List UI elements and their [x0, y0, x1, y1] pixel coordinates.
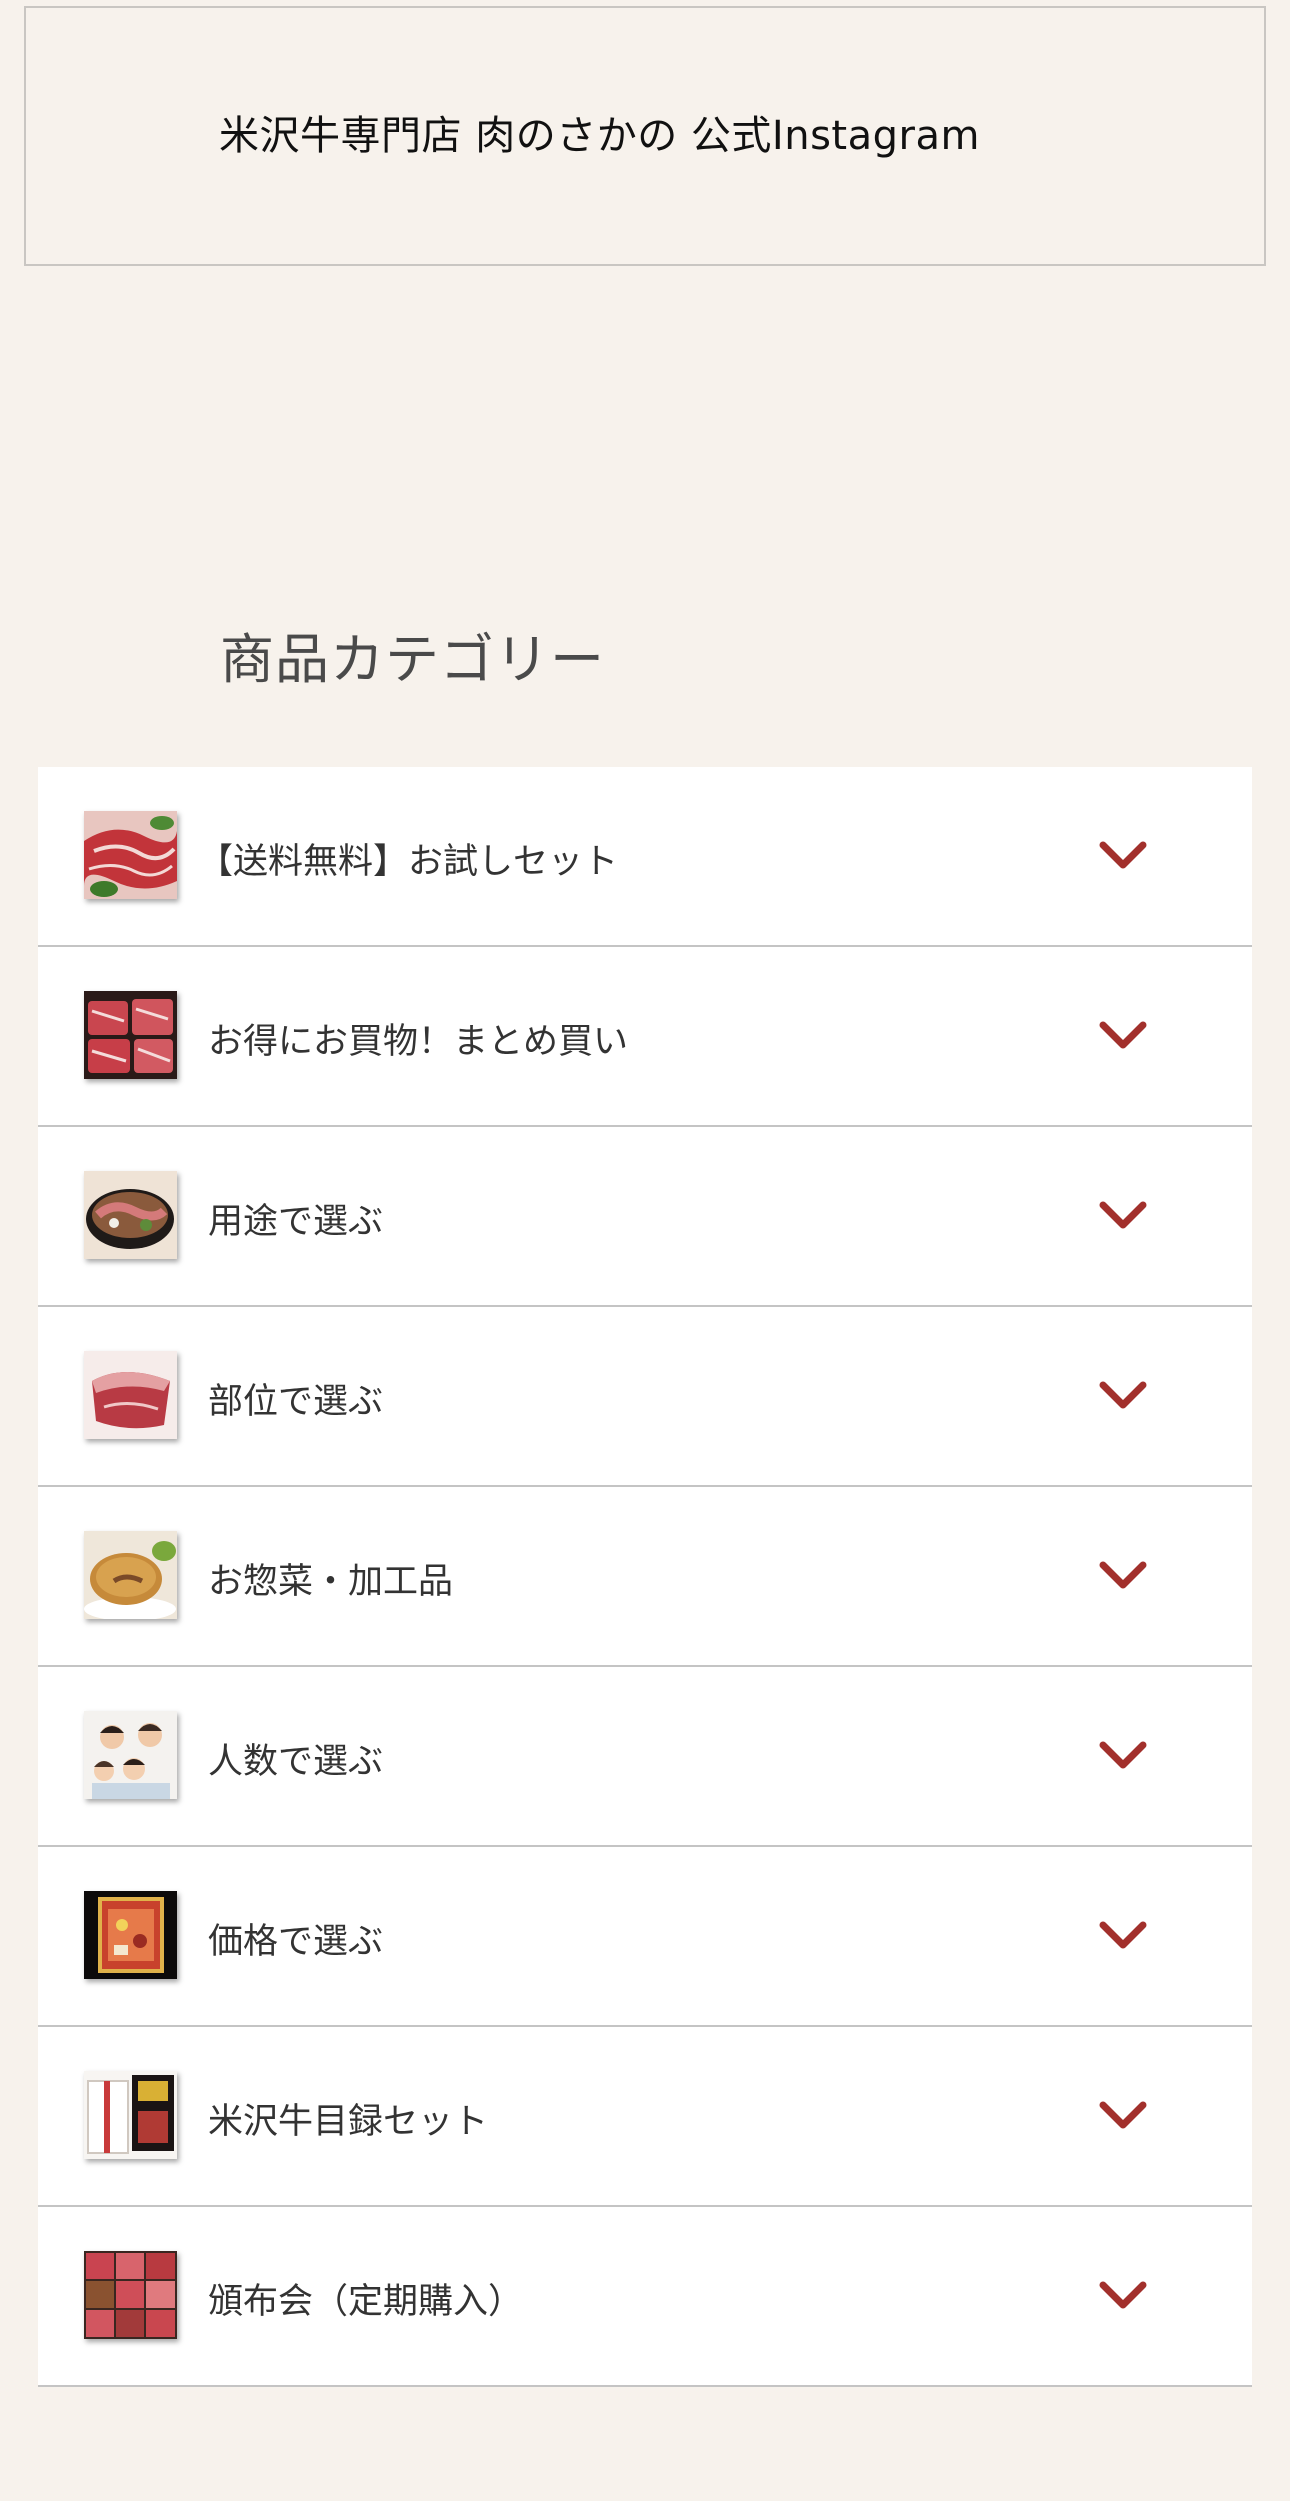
- beef-collage-thumbnail: [84, 2251, 177, 2339]
- category-label: お惣菜・加工品: [208, 1562, 454, 1602]
- chevron-down-icon[interactable]: [1098, 1197, 1148, 1233]
- category-item-trial-set[interactable]: 【送料無料】お試しセット: [38, 767, 1252, 947]
- category-label: 米沢牛目録セット: [208, 2102, 489, 2142]
- chevron-down-icon[interactable]: [1098, 2277, 1148, 2313]
- category-section-title: 商品カテゴリー: [220, 628, 605, 691]
- chevron-down-icon[interactable]: [1098, 1737, 1148, 1773]
- instagram-banner-title: 米沢牛専門店 肉のさかの 公式Instagram: [219, 113, 980, 159]
- category-item-gift-catalog[interactable]: 米沢牛目録セット: [38, 2027, 1252, 2207]
- chevron-down-icon[interactable]: [1098, 1557, 1148, 1593]
- menchi-katsu-thumbnail: [84, 1531, 177, 1619]
- marbled-beef-thumbnail: [84, 991, 177, 1079]
- category-item-by-cut[interactable]: 部位で選ぶ: [38, 1307, 1252, 1487]
- beef-cut-thumbnail: [84, 1351, 177, 1439]
- category-item-bulk-buy[interactable]: お得にお買物！まとめ買い: [38, 947, 1252, 1127]
- category-item-by-price[interactable]: 価格で選ぶ: [38, 1847, 1252, 2027]
- instagram-banner[interactable]: 米沢牛専門店 肉のさかの 公式Instagram: [24, 6, 1266, 266]
- gift-catalog-thumbnail: [84, 2071, 177, 2159]
- category-label: 部位で選ぶ: [208, 1382, 384, 1422]
- category-list: 【送料無料】お試しセット お得にお買物！まとめ買い 用途で選ぶ 部位で選ぶ お惣…: [38, 767, 1252, 2387]
- category-item-deli[interactable]: お惣菜・加工品: [38, 1487, 1252, 1667]
- chevron-down-icon[interactable]: [1098, 2097, 1148, 2133]
- chevron-down-icon[interactable]: [1098, 1917, 1148, 1953]
- gift-box-thumbnail: [84, 1891, 177, 1979]
- sukiyaki-pot-thumbnail: [84, 1171, 177, 1259]
- category-label: 頒布会（定期購入）: [208, 2282, 524, 2322]
- category-label: お得にお買物！まとめ買い: [208, 1022, 629, 1062]
- category-item-by-purpose[interactable]: 用途で選ぶ: [38, 1127, 1252, 1307]
- chevron-down-icon[interactable]: [1098, 1377, 1148, 1413]
- category-label: 価格で選ぶ: [208, 1922, 384, 1962]
- category-label: 【送料無料】お試しセット: [198, 842, 619, 882]
- category-label: 用途で選ぶ: [208, 1202, 384, 1242]
- sliced-beef-thumbnail: [84, 811, 177, 899]
- category-label: 人数で選ぶ: [208, 1742, 384, 1782]
- chevron-down-icon[interactable]: [1098, 1017, 1148, 1053]
- family-photo-thumbnail: [84, 1711, 177, 1799]
- chevron-down-icon[interactable]: [1098, 837, 1148, 873]
- category-item-by-party-size[interactable]: 人数で選ぶ: [38, 1667, 1252, 1847]
- category-item-subscription[interactable]: 頒布会（定期購入）: [38, 2207, 1252, 2387]
